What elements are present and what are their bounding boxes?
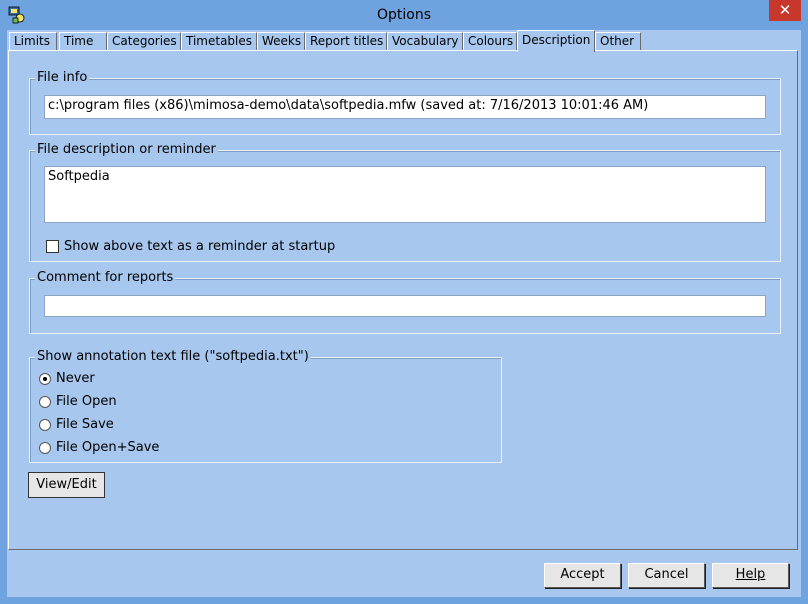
annotation-title: Show annotation text file ("softpedia.tx… — [35, 349, 311, 365]
help-button[interactable]: Help — [712, 563, 789, 588]
title-bar: Options ✕ — [0, 0, 808, 30]
file-description-title: File description or reminder — [35, 142, 218, 158]
tab-panel-description: File info c:\program files (x86)\mimosa-… — [8, 50, 798, 550]
comment-input[interactable] — [44, 295, 766, 317]
cancel-button[interactable]: Cancel — [628, 563, 705, 588]
radio-file-save-label: File Save — [56, 417, 114, 432]
window-title: Options — [376, 7, 432, 23]
view-edit-button[interactable]: View/Edit — [28, 472, 105, 498]
radio-file-save[interactable] — [39, 419, 51, 431]
file-path-field[interactable]: c:\program files (x86)\mimosa-demo\data\… — [44, 95, 766, 119]
file-description-group: File description or reminder Softpedia S… — [29, 142, 781, 262]
radio-never-label: Never — [56, 371, 95, 386]
reminder-label: Show above text as a reminder at startup — [64, 239, 336, 254]
radio-file-open-label: File Open — [56, 394, 117, 409]
radio-file-open[interactable] — [39, 396, 51, 408]
tab-other[interactable]: Other — [595, 32, 641, 51]
tab-time[interactable]: Time — [59, 32, 107, 51]
file-info-group: File info c:\program files (x86)\mimosa-… — [29, 70, 781, 135]
tab-weeks[interactable]: Weeks — [257, 32, 305, 51]
tab-timetables[interactable]: Timetables — [181, 32, 257, 51]
tab-vocabulary[interactable]: Vocabulary — [387, 32, 463, 51]
close-icon[interactable]: ✕ — [769, 0, 801, 21]
dialog-client: Limits Time Categories Timetables Weeks … — [7, 30, 801, 597]
tab-colours[interactable]: Colours — [463, 32, 517, 51]
tab-limits[interactable]: Limits — [9, 32, 57, 51]
file-info-title: File info — [35, 70, 90, 86]
comment-title: Comment for reports — [35, 270, 176, 286]
annotation-group: Show annotation text file ("softpedia.tx… — [29, 349, 502, 463]
tab-report-titles[interactable]: Report titles — [305, 32, 387, 51]
radio-never[interactable] — [39, 373, 51, 385]
radio-file-open-save-label: File Open+Save — [56, 440, 160, 455]
radio-file-open-save[interactable] — [39, 442, 51, 454]
tab-description[interactable]: Description — [517, 30, 595, 52]
tab-categories[interactable]: Categories — [107, 32, 181, 51]
reminder-checkbox[interactable] — [46, 240, 59, 253]
file-description-textarea[interactable]: Softpedia — [44, 166, 766, 223]
comment-group: Comment for reports — [29, 270, 781, 334]
accept-button[interactable]: Accept — [544, 563, 621, 588]
